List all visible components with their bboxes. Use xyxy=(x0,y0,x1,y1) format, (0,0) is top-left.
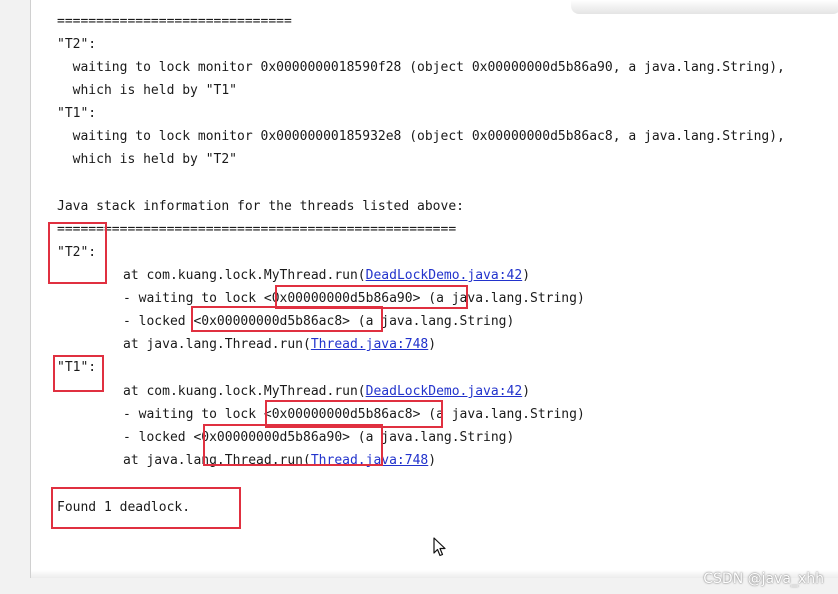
separator-long: ========================================… xyxy=(57,222,457,237)
stack-t2-name: "T2": xyxy=(57,245,97,260)
deadlock-t2-held: which is held by "T1" xyxy=(57,83,238,98)
watermark: CSDN @java_xhh xyxy=(703,571,824,587)
stack-t1-at-run: at com.kuang.lock.MyThread.run(DeadLockD… xyxy=(123,384,530,400)
stack-t2-thread-link[interactable]: Thread.java:748 xyxy=(311,337,428,352)
deadlock-t2-header: "T2": xyxy=(57,37,97,52)
stack-frame-text: at java.lang.Thread.run( xyxy=(123,453,311,468)
stack-info-title: Java stack information for the threads l… xyxy=(57,199,464,214)
stack-frame-text: at com.kuang.lock.MyThread.run( xyxy=(123,384,366,399)
separator-short: ============================== xyxy=(57,14,292,29)
stack-frame-text: ) xyxy=(428,453,437,468)
stack-t2-source-link[interactable]: DeadLockDemo.java:42 xyxy=(366,268,523,283)
mouse-pointer-icon xyxy=(433,537,446,557)
stack-t1-thread-link[interactable]: Thread.java:748 xyxy=(311,453,428,468)
deadlock-t1-held: which is held by "T2" xyxy=(57,152,238,167)
stack-frame-text: at com.kuang.lock.MyThread.run( xyxy=(123,268,366,283)
deadlock-t1-waiting: waiting to lock monitor 0x00000000185932… xyxy=(57,129,785,144)
window-top-bar xyxy=(571,0,838,14)
stack-t1-locked: - locked <0x00000000d5b86a90> (a java.la… xyxy=(123,430,515,445)
stack-t1-waiting: - waiting to lock <0x00000000d5b86ac8> (… xyxy=(123,407,585,422)
stack-frame-text: ) xyxy=(522,384,531,399)
stack-frame-text: ) xyxy=(428,337,437,352)
stack-t2-at-run: at com.kuang.lock.MyThread.run(DeadLockD… xyxy=(123,268,530,284)
deadlock-t2-waiting: waiting to lock monitor 0x0000000018590f… xyxy=(57,60,785,75)
stack-frame-text: ) xyxy=(522,268,531,283)
stack-t2-at-thread: at java.lang.Thread.run(Thread.java:748) xyxy=(123,337,436,353)
deadlock-t1-header: "T1": xyxy=(57,106,97,121)
found-deadlock-message: Found 1 deadlock. xyxy=(57,500,191,515)
stack-t1-name: "T1": xyxy=(57,360,97,375)
console-output[interactable]: ============================== "T2": wai… xyxy=(30,0,838,578)
stack-t2-locked: - locked <0x00000000d5b86ac8> (a java.la… xyxy=(123,314,515,329)
stack-t1-at-thread: at java.lang.Thread.run(Thread.java:748) xyxy=(123,453,436,469)
stack-frame-text: at java.lang.Thread.run( xyxy=(123,337,311,352)
stack-t1-source-link[interactable]: DeadLockDemo.java:42 xyxy=(366,384,523,399)
stack-t2-waiting: - waiting to lock <0x00000000d5b86a90> (… xyxy=(123,291,585,306)
